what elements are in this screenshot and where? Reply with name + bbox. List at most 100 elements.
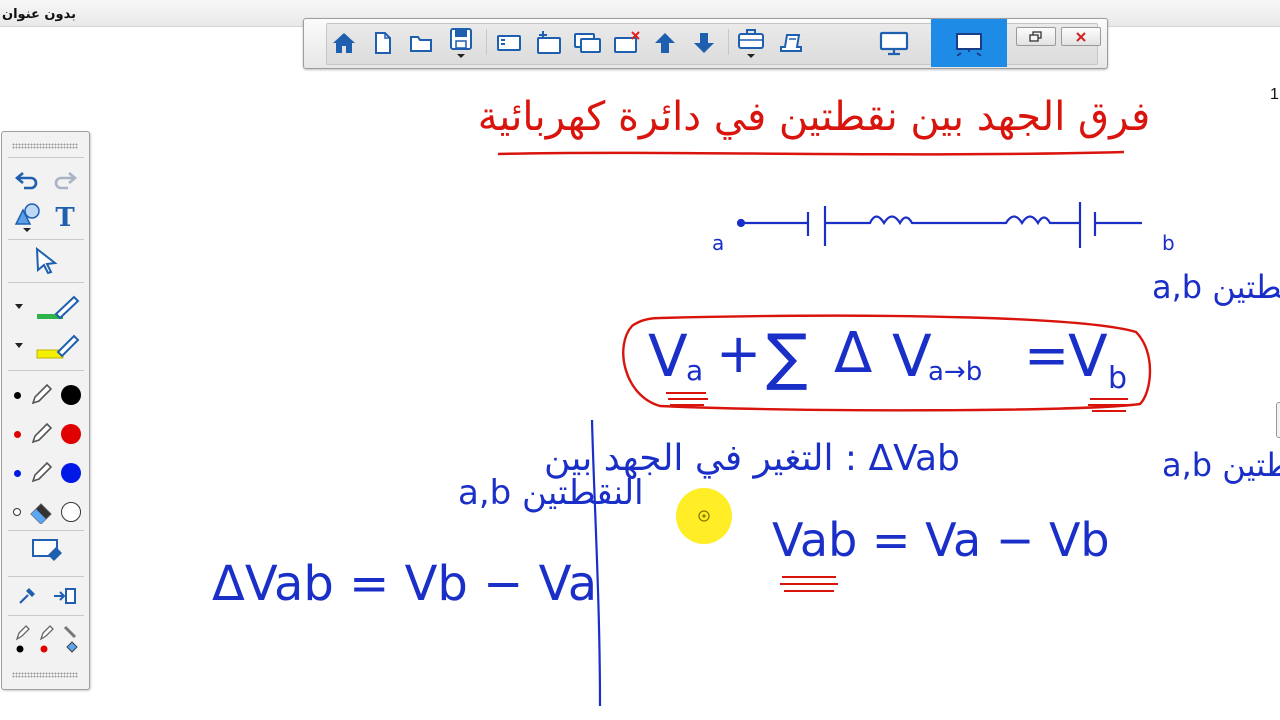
dock-right-icon: [54, 588, 76, 604]
recent-pens-strip[interactable]: [8, 621, 84, 659]
page-list-icon: [497, 35, 521, 51]
pin-icon: [19, 588, 35, 604]
toolbar-divider: [728, 29, 729, 55]
text-tool-button[interactable]: T: [48, 202, 82, 234]
whiteboard-mode-button[interactable]: [931, 19, 1007, 67]
next-page-button[interactable]: [687, 27, 721, 59]
small-size-dot: [13, 469, 21, 477]
eraser-button[interactable]: [10, 497, 84, 527]
small-size-dot: [13, 430, 21, 438]
area-eraser-button[interactable]: [10, 534, 84, 568]
home-icon: [333, 33, 355, 53]
undo-button[interactable]: [10, 166, 44, 194]
pen-options-dropdown[interactable]: [12, 292, 26, 322]
eq-v-b-subscript: b: [1108, 361, 1127, 396]
yellow-highlighter-button[interactable]: [32, 329, 82, 363]
duplicate-page-button[interactable]: [571, 27, 605, 59]
eq-equals: =: [1024, 324, 1069, 387]
close-window-button[interactable]: [1061, 27, 1101, 46]
delete-page-button[interactable]: [610, 27, 644, 59]
right-formula: Vab = Va − Vb: [772, 513, 1110, 567]
panel-divider: [8, 370, 84, 371]
toolbox-button[interactable]: [734, 27, 768, 59]
home-button[interactable]: [327, 27, 361, 59]
right-definition: Vab : فرق الجهد بين النقطتين a,b: [1162, 446, 1280, 484]
circuit-label-b: b: [1162, 231, 1175, 255]
eq-v-ab-subscript: a→b: [928, 357, 982, 387]
pointer-center-icon: [698, 510, 710, 522]
recent-pens-icon: [15, 625, 78, 653]
pin-toolbar-button[interactable]: [10, 582, 44, 610]
previous-page-button[interactable]: [648, 27, 682, 59]
formula-emphasis-marks: [780, 576, 838, 592]
equation-outline: [622, 314, 1152, 412]
whiteboard-canvas[interactable]: فرق الجهد بين نقطتين في دائرة كهربائية a…: [0, 0, 1280, 720]
pencil-icon: [31, 461, 52, 483]
blue-pen-button[interactable]: [10, 458, 84, 488]
new-file-icon: [375, 32, 391, 54]
dock-panel-button[interactable]: [48, 582, 82, 610]
chevron-down-icon: [15, 304, 23, 309]
redo-button[interactable]: [48, 166, 82, 194]
restore-window-button[interactable]: [1016, 27, 1056, 46]
clear-area-icon: [32, 539, 62, 561]
arrow-down-icon: [694, 33, 714, 53]
pointer-highlight: [676, 488, 732, 544]
main-toolbar: [303, 18, 1108, 69]
red-pen-button[interactable]: [10, 419, 84, 449]
save-button[interactable]: [444, 27, 478, 59]
black-pen-button[interactable]: [10, 380, 84, 410]
eq-sigma: ∑: [766, 320, 808, 393]
document-title: بدون عنوان: [2, 7, 76, 22]
eq-delta: Δ: [834, 321, 872, 386]
shapes-icon: [14, 203, 40, 232]
close-icon: [1076, 31, 1086, 42]
circuit-sketch: [736, 202, 1142, 248]
pencil-icon: [31, 383, 52, 405]
duplicate-page-icon: [574, 33, 601, 53]
eq-v-a: V: [648, 322, 688, 390]
shapes-tool-button[interactable]: [10, 202, 44, 234]
left-formula: ΔVab = Vb − Va: [212, 556, 597, 612]
board-title: فرق الجهد بين نقطتين في دائرة كهربائية: [478, 94, 1151, 140]
panel-divider: [8, 576, 84, 577]
green-highlighter-button[interactable]: [32, 290, 82, 324]
capture-icon: [780, 34, 802, 52]
whiteboard-icon: [956, 33, 982, 56]
text-tool-label: T: [55, 203, 75, 233]
black-color-swatch: [60, 385, 81, 405]
monitor-icon: [879, 31, 909, 56]
panel-divider: [8, 157, 84, 158]
new-file-button[interactable]: [366, 27, 400, 59]
toolbox-icon: [738, 29, 764, 58]
highlighter-pen-icon: [37, 295, 80, 320]
highlighter-options-dropdown[interactable]: [12, 331, 26, 361]
save-icon: [450, 28, 472, 58]
select-tool-button[interactable]: [10, 242, 82, 278]
small-size-dot: [13, 508, 21, 516]
circuit-label-a: a: [712, 231, 724, 255]
panel-divider: [8, 239, 84, 240]
cursor-arrow-icon: [35, 246, 58, 274]
eraser-icon: [30, 503, 52, 524]
arrow-up-icon: [655, 33, 675, 53]
panel-divider: [8, 615, 84, 616]
open-folder-icon: [410, 36, 432, 52]
desktop-mode-button[interactable]: [855, 23, 933, 63]
page-list-button[interactable]: [492, 27, 526, 59]
rule-text: قانون فرق الجهد بين النقطتين a,b: [1152, 268, 1280, 306]
chevron-down-icon: [15, 343, 23, 348]
open-button[interactable]: [405, 27, 439, 59]
side-drawer-handle[interactable]: [1276, 402, 1280, 438]
add-page-icon: [537, 31, 561, 54]
eq-v-ab: V: [892, 322, 932, 390]
panel-drag-handle[interactable]: [12, 672, 78, 678]
add-page-button[interactable]: [532, 27, 566, 59]
left-definition-line-1: ΔVab : التغير في الجهد بين: [544, 438, 960, 479]
redo-icon: [54, 172, 78, 190]
red-color-swatch: [60, 424, 81, 444]
pointer-dot: [702, 514, 706, 518]
capture-button[interactable]: [774, 27, 808, 59]
restore-window-icon: [1029, 30, 1042, 42]
panel-drag-handle[interactable]: [12, 143, 78, 149]
